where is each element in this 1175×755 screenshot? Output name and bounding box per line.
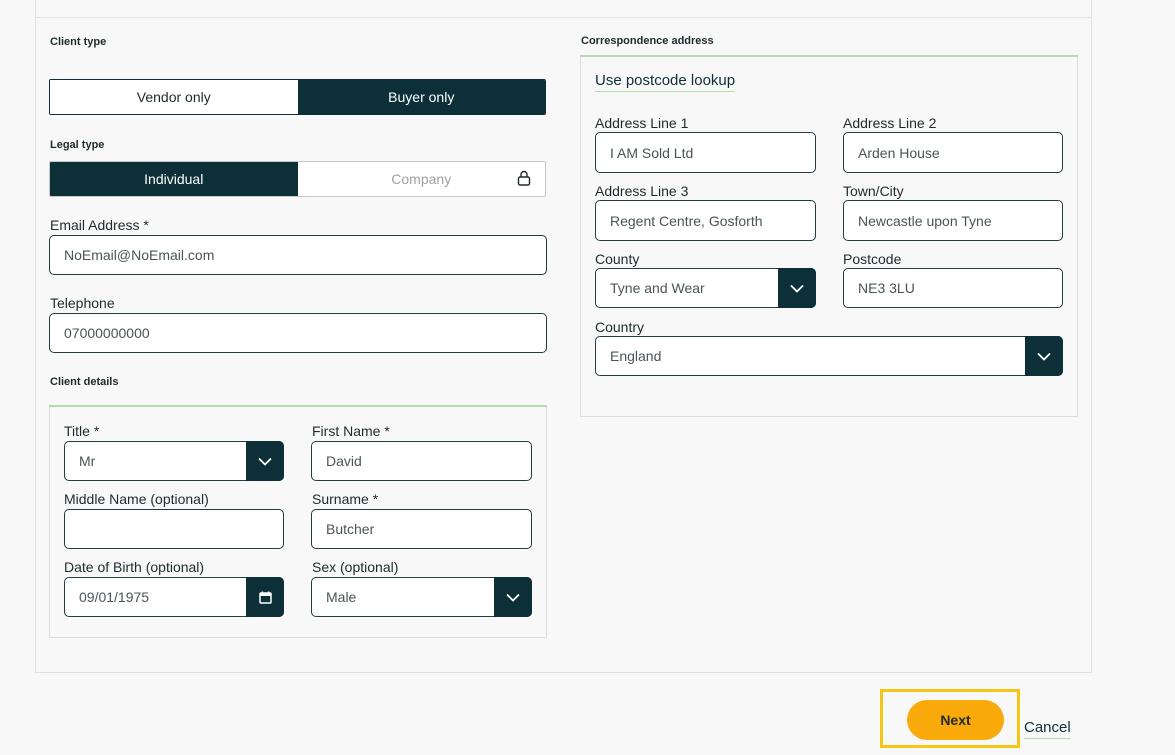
divider [35, 17, 1092, 18]
company-option-label: Company [391, 171, 452, 187]
surname-label: Surname * [312, 491, 379, 507]
country-label: Country [595, 319, 645, 335]
email-value: NoEmail@NoEmail.com [64, 247, 215, 263]
postcode-lookup-link[interactable]: Use postcode lookup [595, 72, 736, 92]
postcode-value: NE3 3LU [858, 280, 915, 296]
sex-value: Male [326, 589, 357, 605]
correspondence-accent [580, 55, 1078, 57]
sex-select[interactable]: Male [311, 577, 532, 617]
title-value: Mr [79, 453, 96, 469]
company-option: Company [297, 162, 545, 196]
lock-icon [517, 170, 531, 186]
correspondence-label: Correspondence address [581, 35, 714, 47]
title-label: Title * [64, 423, 100, 439]
country-value: England [610, 348, 662, 364]
address-line-1-label: Address Line 1 [595, 115, 689, 131]
vendor-only-option[interactable]: Vendor only [50, 80, 298, 114]
telephone-label: Telephone [50, 295, 115, 311]
address-line-3-field[interactable]: Regent Centre, Gosforth [595, 200, 816, 241]
middle-name-label: Middle Name (optional) [64, 491, 209, 507]
county-label: County [595, 251, 640, 267]
email-label: Email Address * [50, 217, 149, 233]
buyer-only-option[interactable]: Buyer only [297, 80, 545, 114]
town-value: Newcastle upon Tyne [858, 212, 992, 229]
client-type-toggle: Vendor only Buyer only [49, 79, 546, 115]
title-dropdown-button[interactable] [246, 441, 284, 481]
address-line-2-label: Address Line 2 [843, 115, 937, 131]
telephone-value: 07000000000 [64, 325, 150, 341]
address-line-3-value: Regent Centre, Gosforth [610, 212, 763, 229]
country-select[interactable]: England [595, 336, 1063, 376]
postcode-field[interactable]: NE3 3LU [843, 268, 1063, 308]
calendar-icon [258, 591, 272, 604]
chevron-down-icon [506, 593, 520, 602]
middle-name-field[interactable] [64, 509, 284, 549]
email-field[interactable]: NoEmail@NoEmail.com [49, 235, 547, 275]
first-name-label: First Name * [312, 423, 390, 439]
cancel-link[interactable]: Cancel [1024, 719, 1071, 739]
dob-value: 09/01/1975 [79, 589, 150, 605]
telephone-field[interactable]: 07000000000 [49, 313, 547, 353]
county-value: Tyne and Wear [610, 280, 705, 296]
surname-value: Butcher [326, 521, 375, 537]
client-details-label: Client details [50, 376, 119, 388]
client-type-label: Client type [50, 36, 107, 48]
surname-field[interactable]: Butcher [311, 509, 532, 549]
first-name-field[interactable]: David [311, 441, 532, 481]
address-line-1-value: I AM Sold Ltd [610, 144, 694, 161]
address-line-2-field[interactable]: Arden House [843, 132, 1063, 173]
sex-label: Sex (optional) [312, 559, 399, 575]
chevron-down-icon [790, 284, 804, 293]
individual-option[interactable]: Individual [50, 162, 298, 196]
chevron-down-icon [258, 457, 272, 466]
dob-label: Date of Birth (optional) [64, 559, 205, 575]
chevron-down-icon [1037, 352, 1051, 361]
sex-dropdown-button[interactable] [494, 577, 532, 617]
address-line-2-value: Arden House [858, 144, 940, 161]
legal-type-label: Legal type [50, 139, 105, 151]
county-select[interactable]: Tyne and Wear [595, 268, 816, 308]
postcode-label: Postcode [843, 251, 902, 267]
client-details-accent [49, 405, 547, 407]
legal-type-toggle: Individual Company [49, 161, 546, 197]
title-select[interactable]: Mr [64, 441, 284, 481]
town-label: Town/City [843, 183, 904, 199]
dob-field[interactable]: 09/01/1975 [64, 577, 284, 617]
country-dropdown-button[interactable] [1025, 336, 1063, 376]
town-field[interactable]: Newcastle upon Tyne [843, 200, 1063, 241]
address-line-3-label: Address Line 3 [595, 183, 689, 199]
date-picker-button[interactable] [246, 577, 284, 617]
county-dropdown-button[interactable] [778, 268, 816, 308]
first-name-value: David [326, 453, 362, 469]
address-line-1-field[interactable]: I AM Sold Ltd [595, 132, 816, 173]
next-button[interactable]: Next [907, 700, 1004, 740]
